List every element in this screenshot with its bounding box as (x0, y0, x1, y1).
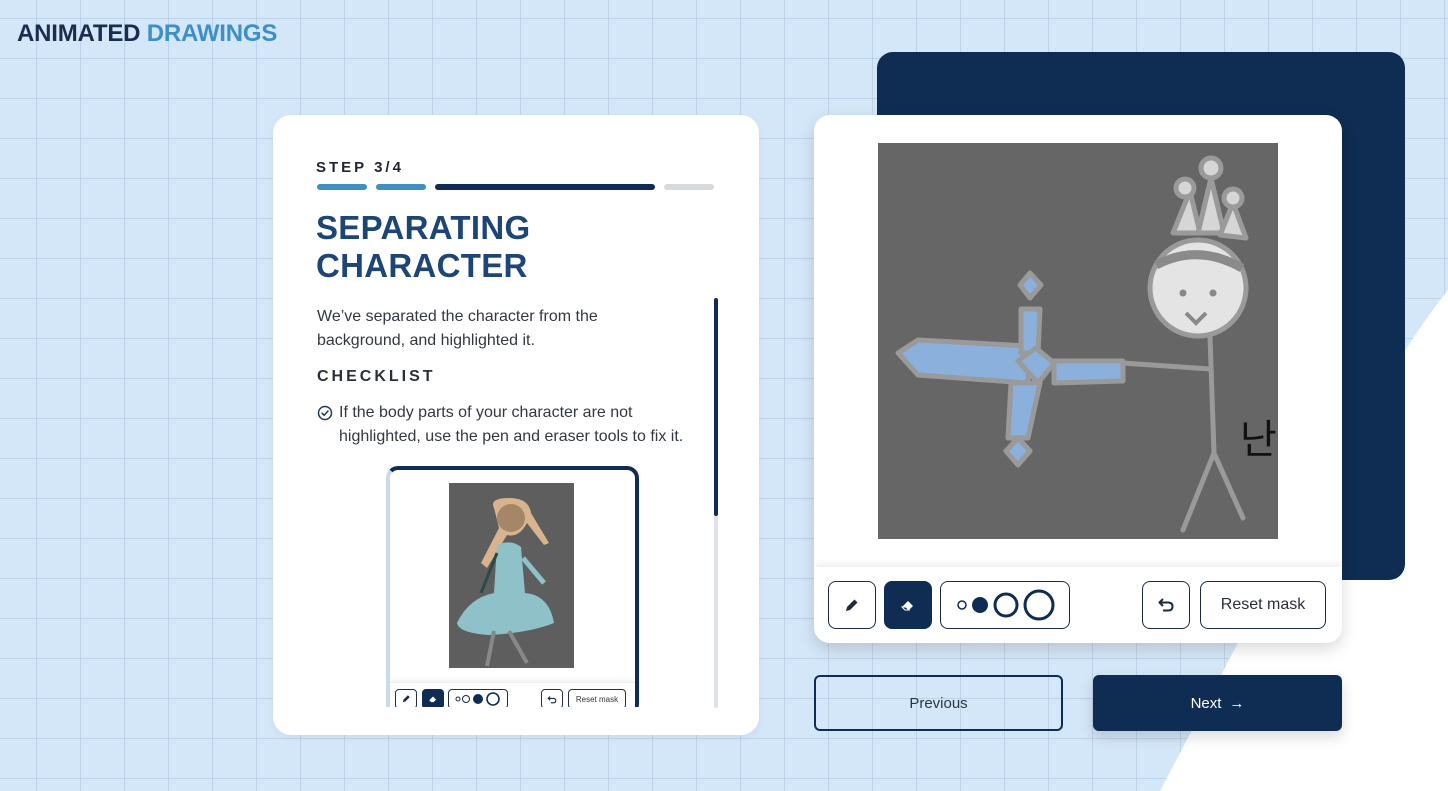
checklist-item: If the body parts of your character are … (317, 401, 717, 449)
preview-brush-size-selector (448, 689, 508, 707)
previous-label: Previous (909, 694, 968, 712)
pencil-icon (846, 599, 858, 611)
next-button[interactable]: Next → (1093, 675, 1342, 731)
brush-size-selector[interactable] (940, 581, 1070, 629)
logo-part-animated: ANIMATED (17, 20, 141, 47)
brush-size-icons (455, 692, 500, 706)
step-description: We’ve separated the character from the b… (317, 308, 598, 349)
eraser-tool-button[interactable] (884, 581, 932, 629)
previous-button[interactable]: Previous (814, 675, 1063, 731)
arrow-right-icon: → (1229, 694, 1245, 712)
undo-icon (1158, 598, 1174, 612)
pen-tool-button[interactable] (828, 581, 876, 629)
undo-icon (547, 696, 557, 704)
logo-part-drawings: DRAWINGS (146, 20, 278, 47)
progress-segment-4 (664, 184, 714, 190)
preview-toolbar: Reset mask (390, 682, 635, 707)
brush-size-md[interactable] (993, 592, 1019, 618)
step-progress (317, 184, 714, 190)
progress-segment-1 (317, 184, 367, 190)
example-preview: Reset mask (386, 466, 639, 707)
drawing-canvas[interactable]: 난 (878, 143, 1278, 539)
instruction-card: STEP 3/4 SEPARATING CHARACTER We’ve sepa… (273, 115, 759, 735)
preview-pen-button (395, 689, 417, 707)
title-line-2: CHARACTER (316, 247, 528, 284)
instruction-scrollbar[interactable] (714, 298, 718, 708)
partial-korean-text: 난 (1240, 417, 1277, 463)
checklist-item-text: If the body parts of your character are … (339, 404, 684, 445)
title-line-1: SEPARATING (316, 209, 531, 246)
reset-mask-label: Reset mask (1220, 596, 1306, 613)
brush-size-lg[interactable] (1023, 589, 1055, 621)
page-title: SEPARATING CHARACTER (316, 209, 530, 285)
progress-segment-2 (376, 184, 426, 190)
brush-size-sm[interactable] (972, 597, 988, 613)
example-drawing-image (449, 483, 574, 668)
editor-toolbar: Reset mask (814, 567, 1342, 643)
preview-reset-mask-button: Reset mask (568, 689, 626, 707)
check-circle-icon (317, 405, 333, 421)
progress-segment-3 (435, 184, 655, 190)
preview-eraser-button (422, 689, 444, 707)
brush-size-xs[interactable] (957, 600, 967, 610)
undo-button[interactable] (1142, 581, 1190, 629)
app-logo[interactable]: ANIMATED DRAWINGS (17, 20, 277, 48)
preview-undo-button (541, 689, 563, 707)
step-label: STEP 3/4 (316, 159, 404, 176)
eraser-icon (900, 601, 913, 611)
mask-editor-card: 난 Reset mask (814, 115, 1342, 643)
instruction-scroll-area[interactable]: We’ve separated the character from the b… (317, 305, 717, 707)
eraser-icon (429, 696, 437, 703)
brush-size-options (957, 589, 1055, 621)
next-label: Next (1190, 694, 1222, 712)
pencil-icon (402, 695, 410, 703)
scrollbar-thumb[interactable] (714, 298, 718, 516)
reset-mask-button[interactable]: Reset mask (1200, 581, 1326, 629)
checklist-heading: CHECKLIST (317, 368, 436, 385)
